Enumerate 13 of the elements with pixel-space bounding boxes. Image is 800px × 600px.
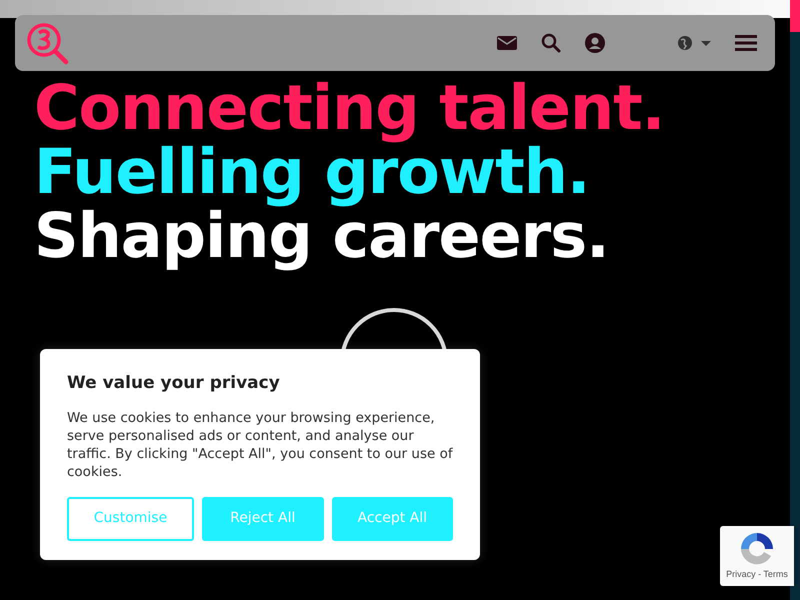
menu-icon[interactable] (735, 34, 757, 52)
hero-headline: Connecting talent. (34, 76, 666, 140)
account-icon[interactable] (585, 33, 605, 53)
globe-dropdown-icon[interactable] (677, 35, 711, 51)
cookie-button[interactable]: Accept All (332, 496, 453, 540)
mail-icon[interactable] (497, 35, 517, 51)
dialog-title: We value your privacy (67, 372, 281, 395)
cookie-button[interactable]: Reject All (202, 496, 324, 540)
search-icon[interactable] (541, 33, 561, 53)
cookie-button[interactable]: Customise (67, 496, 194, 540)
side-strip-accent (790, 0, 800, 32)
privacy-terms-link[interactable]: Privacy - Terms (726, 568, 788, 582)
dialog-text: We use cookies to enhance your browsing experience, serve personalised ads or content, and analyse our traffic. By clicking "Accept All", you consent to our use of cookies. (67, 408, 453, 480)
